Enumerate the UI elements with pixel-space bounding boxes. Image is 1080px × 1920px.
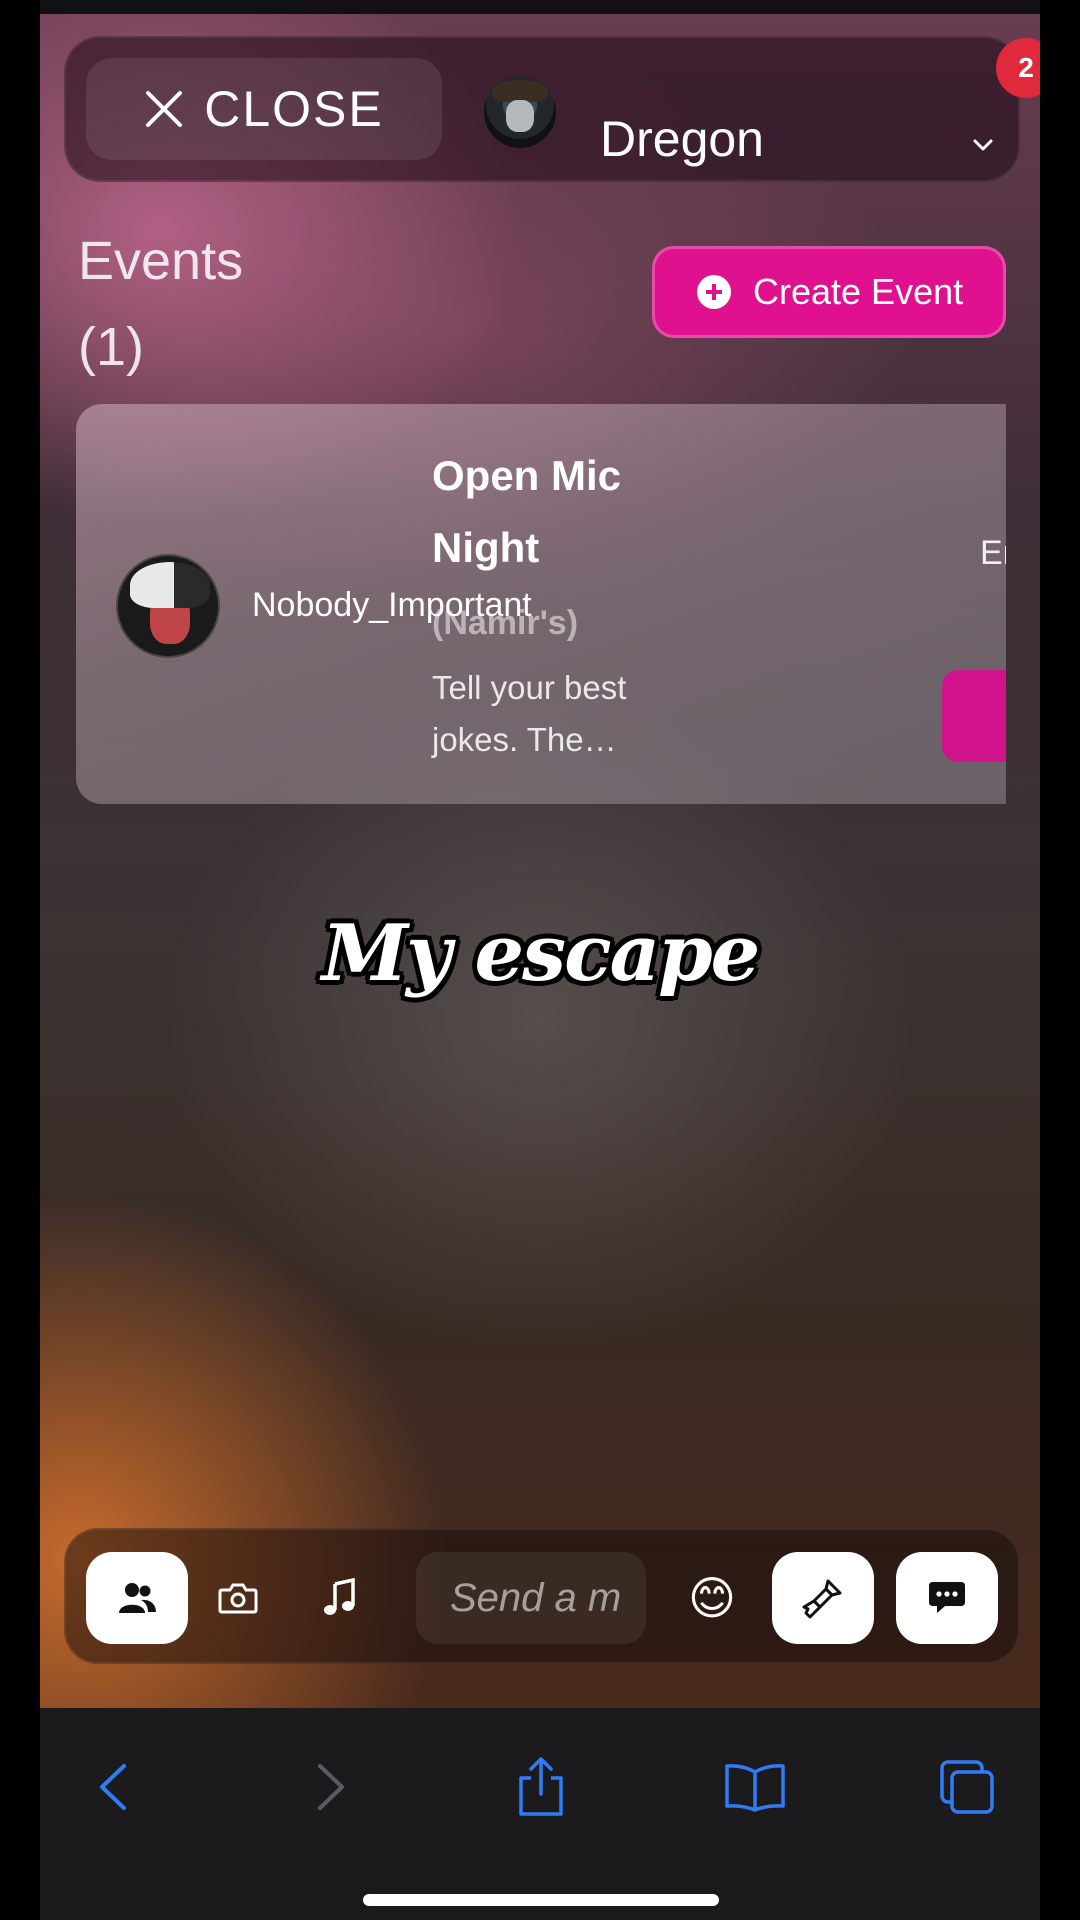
- end-event-button[interactable]: [942, 670, 1006, 762]
- camera-icon: [218, 1583, 258, 1614]
- close-button[interactable]: CLOSE: [86, 58, 442, 160]
- emoji-button[interactable]: 😊: [666, 1552, 758, 1644]
- create-event-button[interactable]: Create Event: [652, 246, 1006, 338]
- events-count: (1): [78, 317, 144, 377]
- forward-icon: [318, 1764, 344, 1810]
- user-avatar[interactable]: [484, 76, 556, 148]
- users-icon: [119, 1583, 156, 1613]
- host-avatar: [116, 554, 220, 658]
- forward-button[interactable]: [296, 1752, 366, 1822]
- close-label: CLOSE: [204, 81, 384, 137]
- events-heading: Events (1): [78, 218, 298, 390]
- camera-button[interactable]: [192, 1552, 284, 1644]
- chat-button[interactable]: [896, 1552, 998, 1644]
- paint-button[interactable]: [772, 1552, 874, 1644]
- chat-bubble-icon: [929, 1582, 965, 1613]
- bookmarks-button[interactable]: [720, 1752, 790, 1822]
- share-button[interactable]: [506, 1752, 576, 1822]
- chat-toolbar: 😊: [64, 1528, 1020, 1664]
- event-description: Tell your best jokes. The…: [432, 669, 627, 758]
- tabs-button[interactable]: [932, 1752, 1002, 1822]
- end-label: End: [980, 534, 1006, 572]
- share-icon: [519, 1757, 563, 1816]
- close-icon: [146, 91, 183, 127]
- emoji-icon: 😊: [688, 1572, 736, 1624]
- event-card[interactable]: Nobody_Important Open Mic Night (Namir's…: [76, 404, 1006, 804]
- music-button[interactable]: [294, 1552, 386, 1644]
- back-icon: [100, 1764, 126, 1810]
- chevron-down-icon[interactable]: [972, 138, 994, 152]
- status-strip: [40, 0, 1040, 14]
- plus-circle-icon: [697, 275, 731, 309]
- bookmarks-icon: [725, 1764, 785, 1812]
- browser-toolbar: [40, 1708, 1040, 1920]
- user-name[interactable]: Dregon: [600, 114, 764, 164]
- create-event-label: Create Event: [753, 271, 964, 312]
- message-input[interactable]: [416, 1552, 646, 1644]
- tabs-icon: [940, 1760, 994, 1814]
- event-title: Open Mic Night: [432, 452, 622, 571]
- back-button[interactable]: [78, 1752, 148, 1822]
- paint-brush-icon: [802, 1579, 842, 1619]
- room-header: CLOSE Dregon: [64, 36, 1020, 182]
- events-title: Events: [78, 231, 244, 291]
- music-note-icon: [324, 1578, 355, 1615]
- video-caption: My escape: [321, 908, 761, 999]
- users-button[interactable]: [86, 1552, 188, 1644]
- home-indicator: [363, 1894, 719, 1906]
- event-subtitle: (Namir's): [432, 604, 579, 642]
- app-screen: CLOSE Dregon 2 Events (1) Create Event N…: [40, 0, 1040, 1708]
